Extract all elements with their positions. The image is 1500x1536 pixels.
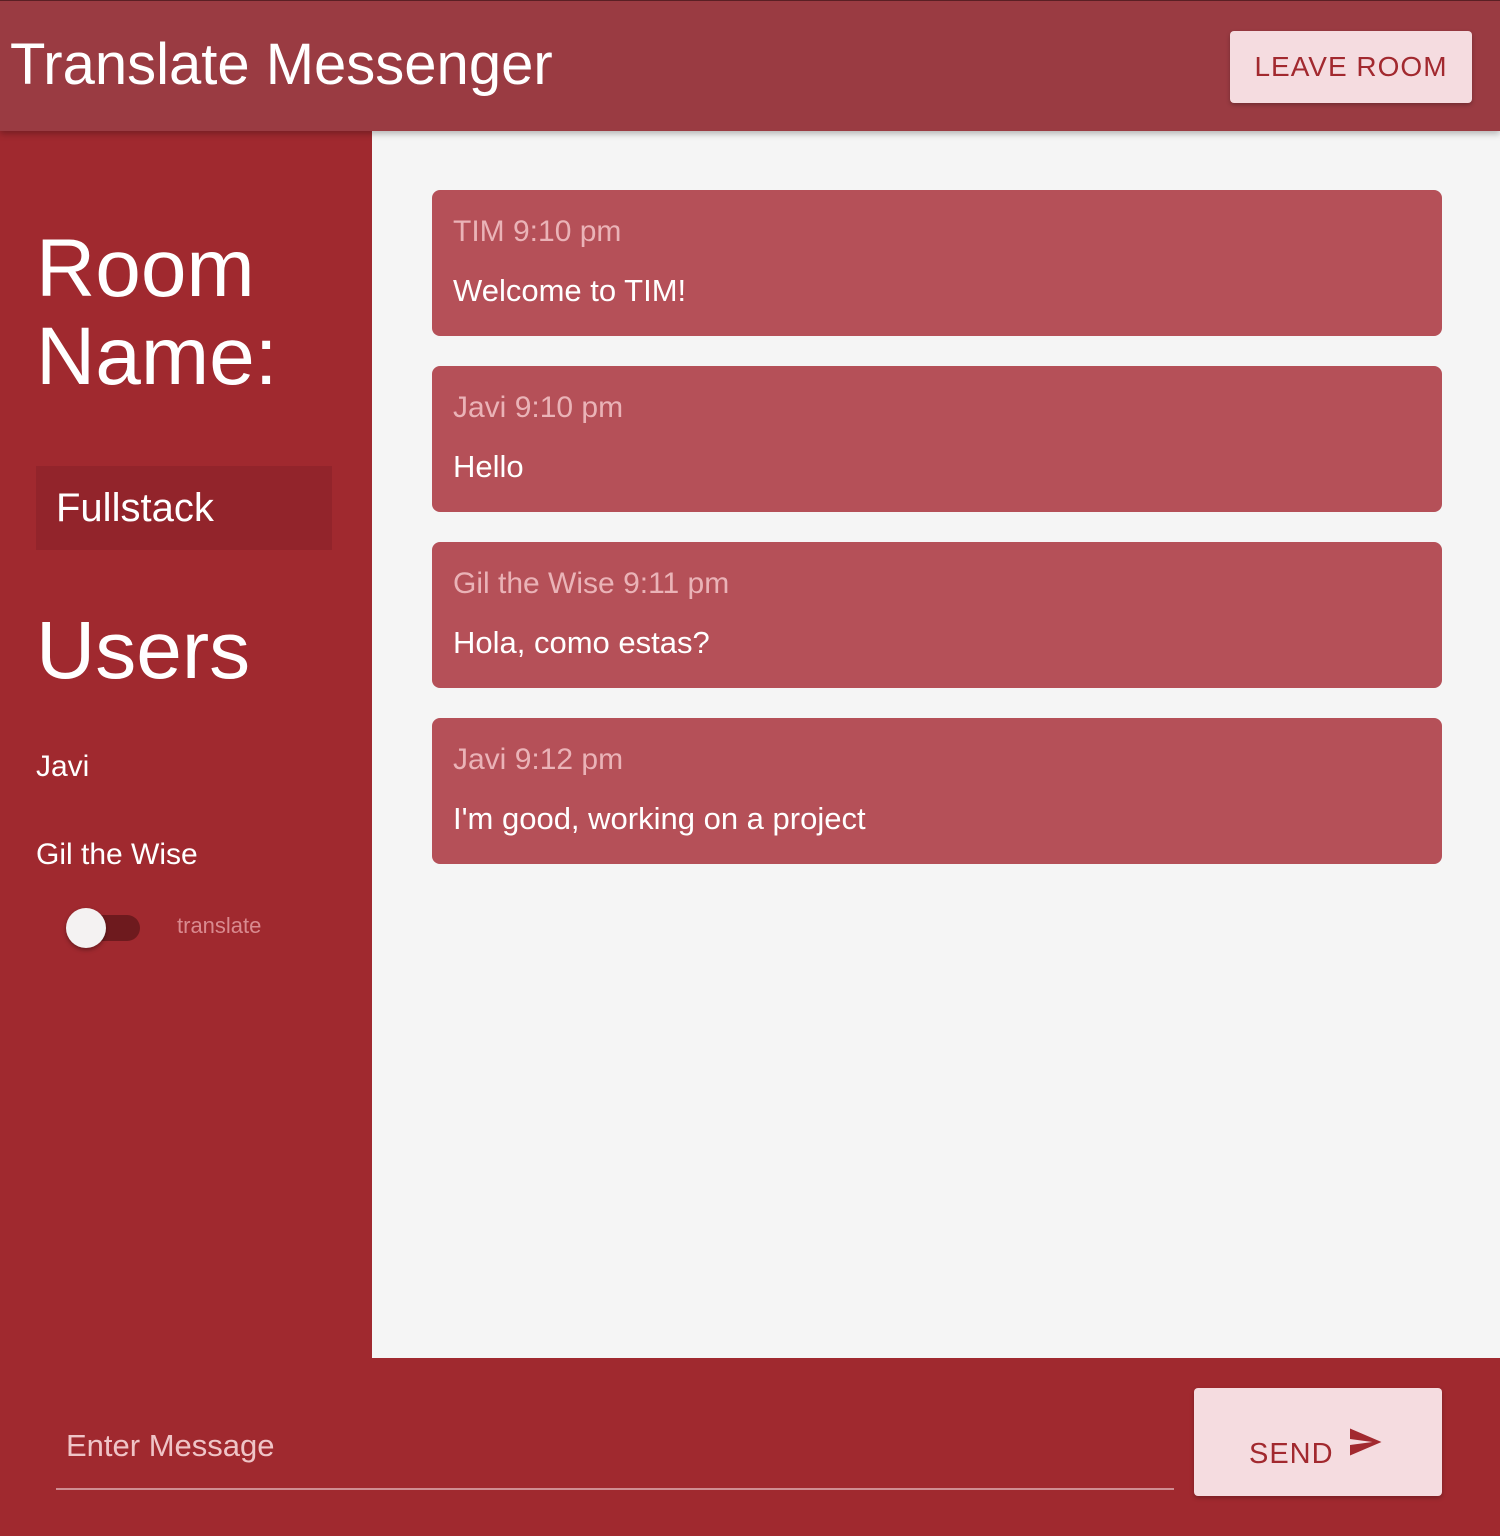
message-time: 9:10 pm: [514, 391, 624, 424]
composer-bar: SEND: [0, 1358, 1500, 1536]
toggle-thumb[interactable]: [66, 908, 106, 948]
message-text: Welcome to TIM!: [453, 273, 687, 308]
send-label: SEND: [1249, 1438, 1334, 1470]
translate-toggle[interactable]: [66, 908, 140, 948]
message-time: 9:10 pm: [513, 215, 622, 248]
message-card: Gil the Wise 9:11 pm Hola, como estas?: [432, 542, 1442, 688]
room-name-badge: Fullstack: [36, 466, 332, 550]
message-author: Javi: [453, 391, 507, 424]
message-meta: Gil the Wise 9:11 pm: [453, 564, 729, 604]
user-list-item: Gil the Wise: [36, 838, 198, 871]
message-card: TIM 9:10 pm Welcome to TIM!: [432, 190, 1442, 336]
message-card: Javi 9:12 pm I'm good, working on a proj…: [432, 718, 1442, 864]
message-time: 9:11 pm: [623, 567, 730, 600]
send-icon: [1350, 1428, 1382, 1456]
users-heading: Users: [36, 605, 251, 696]
message-author: Gil the Wise: [453, 567, 615, 600]
message-meta: TIM 9:10 pm: [453, 212, 621, 252]
user-list-item: Javi: [36, 750, 90, 783]
message-author: Javi: [453, 743, 507, 776]
message-text: Hello: [453, 449, 524, 484]
message-time: 9:12 pm: [514, 743, 624, 776]
message-text: Hola, como estas?: [453, 625, 710, 660]
app-bar: Translate Messenger LEAVE ROOM: [0, 0, 1500, 131]
message-card: Javi 9:10 pm Hello: [432, 366, 1442, 512]
message-meta: Javi 9:12 pm: [453, 740, 623, 780]
message-list: TIM 9:10 pm Welcome to TIM! Javi 9:10 pm…: [372, 131, 1500, 1358]
leave-room-button[interactable]: LEAVE ROOM: [1230, 31, 1472, 103]
message-meta: Javi 9:10 pm: [453, 388, 623, 428]
sidebar: Room Name: Fullstack Users Javi Gil the …: [0, 131, 372, 1358]
message-text: I'm good, working on a project: [453, 801, 866, 836]
room-name-heading: Room Name:: [36, 223, 278, 402]
app-title: Translate Messenger: [10, 32, 553, 97]
send-button[interactable]: SEND: [1194, 1388, 1442, 1496]
translate-toggle-label: translate: [177, 913, 262, 938]
message-author: TIM: [453, 215, 505, 248]
message-input[interactable]: [56, 1404, 1174, 1490]
